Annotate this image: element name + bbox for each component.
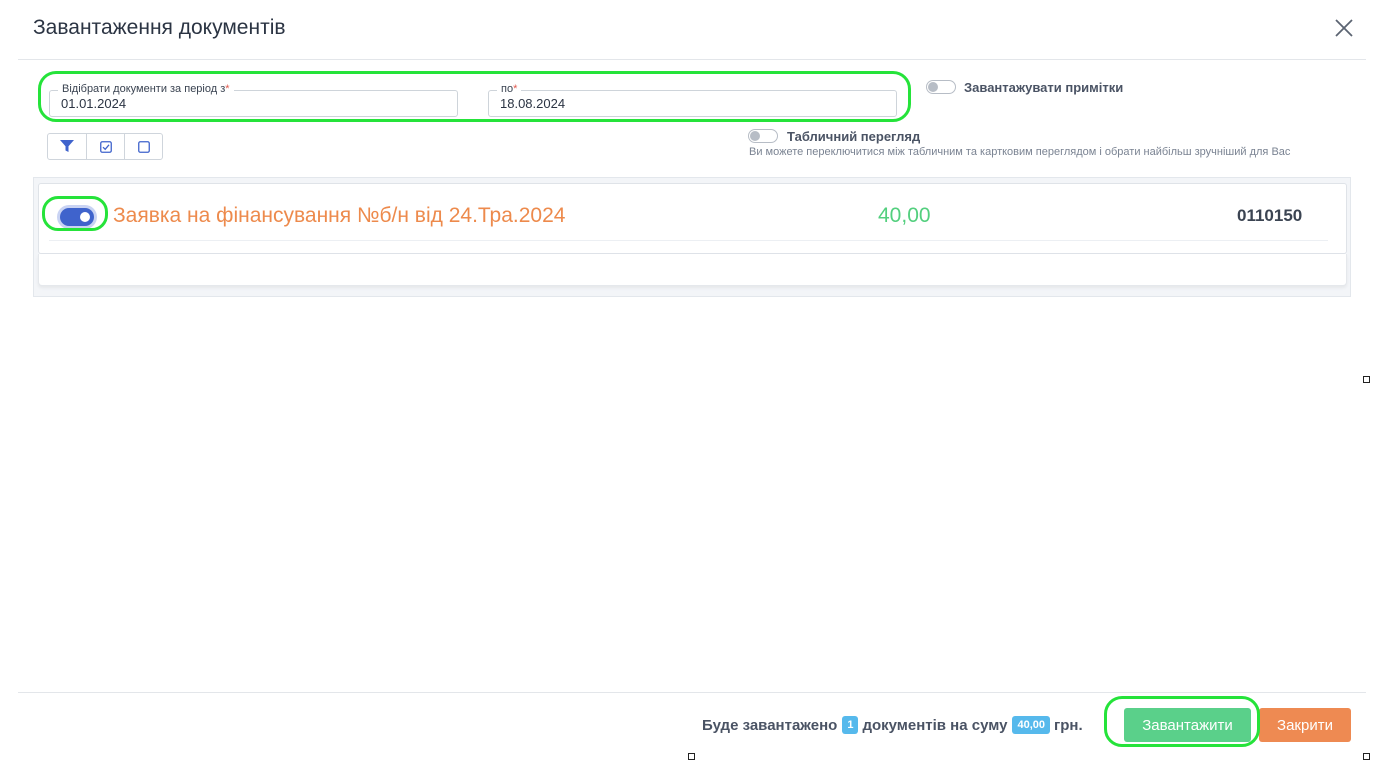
check-all-icon [99,140,112,153]
resize-handle[interactable] [688,753,695,760]
close-button[interactable] [1333,17,1355,39]
modal-title: Завантаження документів [33,16,286,39]
date-from-input[interactable] [61,96,448,111]
currency-label: грн. [1054,716,1083,734]
select-all-button[interactable] [86,134,124,159]
card-divider [49,240,1328,241]
footer-divider [18,692,1366,693]
sum-badge: 40,00 [1012,716,1051,734]
document-count-badge: 1 [842,716,859,734]
upload-summary: Буде завантажено 1 документів на суму 40… [702,716,1083,734]
document-list: Заявка на фінансування №б/н від 24.Тра.2… [33,177,1351,297]
date-to-input[interactable] [500,96,887,111]
load-notes-label: Завантажувати примітки [964,80,1124,95]
document-title: Заявка на фінансування №б/н від 24.Тра.2… [113,204,566,227]
document-card-footer [38,254,1347,286]
document-card[interactable]: Заявка на фінансування №б/н від 24.Тра.2… [38,183,1347,254]
table-view-hint: Ви можете переключитися між табличним та… [749,146,1291,158]
header-divider [18,59,1366,60]
date-to-label: по* [497,83,522,96]
date-from-field[interactable]: Відібрати документи за період з* [49,83,458,117]
document-amount: 40,00 [878,204,931,227]
filter-button[interactable] [48,134,86,159]
selection-toolbar [47,133,163,160]
summary-text-before: Буде завантажено [702,716,838,734]
close-dialog-button[interactable]: Закрити [1259,708,1351,742]
resize-handle[interactable] [1363,753,1370,760]
date-to-field[interactable]: по* [488,83,897,117]
load-notes-toggle[interactable] [926,80,956,94]
filter-icon [60,140,74,152]
date-from-label: Відібрати документи за період з* [58,83,234,96]
upload-button[interactable]: Завантажити [1124,708,1251,742]
close-icon [1335,19,1353,37]
summary-text-middle: документів на суму [862,716,1008,734]
document-select-toggle[interactable] [60,208,94,226]
table-view-label: Табличний перегляд [787,129,921,144]
table-view-toggle[interactable] [748,129,778,143]
deselect-all-button[interactable] [124,134,162,159]
resize-handle[interactable] [1363,376,1370,383]
document-code: 0110150 [1237,206,1303,225]
uncheck-all-icon [137,140,150,153]
